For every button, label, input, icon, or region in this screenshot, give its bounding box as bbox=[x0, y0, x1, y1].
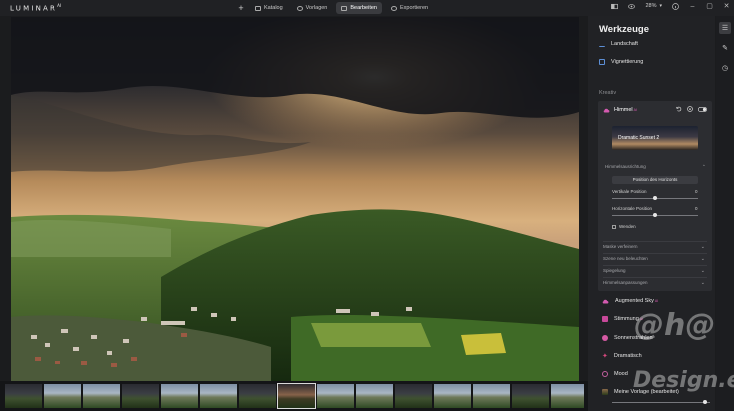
tab-exportieren[interactable]: Exportieren bbox=[386, 2, 433, 14]
preset-amount-slider[interactable] bbox=[612, 402, 710, 403]
landscape-icon bbox=[599, 41, 605, 47]
eye-icon[interactable] bbox=[628, 3, 636, 10]
top-bar: LUMINARAI + Katalog Vorlagen Bearbeiten … bbox=[0, 0, 734, 16]
chevron-down-icon: ⌄ bbox=[700, 267, 705, 274]
film-thumbnail[interactable] bbox=[512, 384, 549, 408]
chevron-down-icon: ⌄ bbox=[700, 279, 705, 286]
dramatic-icon: ✦ bbox=[602, 353, 608, 360]
film-thumbnail[interactable] bbox=[473, 384, 510, 408]
film-thumbnail[interactable] bbox=[200, 384, 237, 408]
zoom-level[interactable]: 28% bbox=[645, 3, 656, 9]
watermark-logo: @h@ bbox=[634, 308, 716, 343]
tab-bearbeiten[interactable]: Bearbeiten bbox=[336, 2, 382, 14]
film-thumbnail[interactable] bbox=[551, 384, 584, 408]
flip-label: Wenden bbox=[619, 224, 636, 229]
sky-tool-header[interactable]: Himmel AI bbox=[603, 105, 707, 115]
fold-szene-neu-beleuchten[interactable]: Szene neu beleuchten ⌄ bbox=[603, 253, 707, 263]
sky-preset-thumbnail[interactable]: Dramatic Sunset 2 bbox=[612, 126, 698, 150]
film-thumbnail[interactable] bbox=[44, 384, 81, 408]
film-thumbnail[interactable] bbox=[356, 384, 393, 408]
watermark-text: Design.eu bbox=[633, 368, 734, 393]
favorite-icon[interactable] bbox=[687, 106, 693, 112]
preset-thumbnail-icon bbox=[602, 389, 608, 395]
tab-vorlagen[interactable]: Vorlagen bbox=[292, 2, 333, 14]
film-thumbnail[interactable] bbox=[161, 384, 198, 408]
export-icon bbox=[390, 5, 397, 11]
tab-katalog[interactable]: Katalog bbox=[250, 2, 288, 14]
brush-icon[interactable]: ✎ bbox=[719, 42, 731, 54]
sky-tool-panel: Himmel AI Dramatic Sunset 2 Himmelsausri… bbox=[598, 101, 712, 291]
vignette-icon bbox=[599, 59, 605, 65]
mood-icon bbox=[602, 316, 608, 322]
film-thumbnail[interactable] bbox=[239, 384, 276, 408]
compare-icon[interactable] bbox=[611, 3, 619, 10]
fold-himmelsanpassungen[interactable]: Himmelsanpassungen ⌄ bbox=[603, 277, 707, 287]
app-logo: LUMINARAI bbox=[10, 3, 61, 13]
film-thumbnail-selected[interactable] bbox=[277, 383, 316, 409]
info-icon[interactable] bbox=[672, 2, 679, 10]
history-icon[interactable]: ◷ bbox=[719, 62, 731, 74]
sky-tool-name: Himmel bbox=[614, 107, 633, 113]
horizontal-position-label: Horizontale Position bbox=[612, 206, 653, 211]
tool-dramatisch[interactable]: ✦ Dramatisch bbox=[602, 351, 642, 361]
add-icon[interactable]: + bbox=[236, 3, 246, 13]
fold-maske-verfeinern[interactable]: Maske verfeinern ⌄ bbox=[603, 241, 707, 251]
chevron-down-icon[interactable]: ▾ bbox=[659, 3, 662, 9]
film-thumbnail[interactable] bbox=[83, 384, 120, 408]
chevron-down-icon: ⌄ bbox=[700, 243, 705, 250]
group-himmelsausrichtung[interactable]: Himmelsausrichtung bbox=[605, 164, 646, 169]
film-thumbnail[interactable] bbox=[434, 384, 471, 408]
photo-canvas[interactable] bbox=[11, 17, 579, 381]
horizon-position-button[interactable]: Position des Horizonts bbox=[612, 176, 698, 184]
horizontal-position-value: 0 bbox=[695, 206, 698, 211]
film-thumbnail[interactable] bbox=[317, 384, 354, 408]
main-nav: + Katalog Vorlagen Bearbeiten Exportiere… bbox=[236, 1, 433, 15]
ai-badge: AI bbox=[633, 108, 637, 112]
adjust-sliders-icon[interactable]: ☰ bbox=[719, 22, 731, 34]
chevron-down-icon: ⌄ bbox=[700, 255, 705, 262]
vertical-position-knob[interactable] bbox=[653, 196, 657, 200]
fold-spiegelung[interactable]: Spiegelung ⌄ bbox=[603, 265, 707, 275]
toggle-icon[interactable] bbox=[698, 106, 707, 112]
sky-tool-controls bbox=[676, 106, 707, 112]
section-kreativ: Kreativ bbox=[599, 90, 617, 96]
edit-icon bbox=[341, 5, 348, 11]
maximize-icon[interactable]: ▢ bbox=[706, 2, 713, 10]
close-icon[interactable]: ✕ bbox=[723, 2, 730, 10]
film-thumbnail[interactable] bbox=[122, 384, 159, 408]
tool-augmented-sky[interactable]: Augmented Sky AI bbox=[602, 296, 658, 306]
sky-preset-name: Dramatic Sunset 2 bbox=[618, 135, 660, 141]
filmstrip bbox=[0, 381, 588, 411]
film-thumbnail[interactable] bbox=[5, 384, 42, 408]
vertical-position-value: 0 bbox=[695, 189, 698, 194]
vertical-position-label: Vertikale Position bbox=[612, 189, 647, 194]
panel-title: Werkzeuge bbox=[599, 24, 649, 35]
mood-lut-icon bbox=[602, 371, 608, 377]
undo-icon[interactable] bbox=[676, 106, 682, 112]
horizontal-position-knob[interactable] bbox=[653, 213, 657, 217]
minimize-icon[interactable]: – bbox=[689, 3, 696, 10]
cloud-icon bbox=[603, 108, 610, 112]
sunrays-icon bbox=[602, 335, 608, 341]
chevron-up-icon[interactable]: ⌃ bbox=[702, 164, 706, 170]
presets-icon bbox=[296, 5, 303, 11]
film-thumbnail[interactable] bbox=[395, 384, 432, 408]
right-icon-strip: ☰ ✎ ◷ bbox=[716, 16, 734, 411]
flip-checkbox[interactable] bbox=[612, 225, 616, 229]
augmented-sky-icon bbox=[602, 299, 609, 303]
folder-icon bbox=[255, 5, 261, 11]
tool-mood[interactable]: Mood bbox=[602, 369, 628, 379]
top-right-controls: 28% ▾ – ▢ ✕ bbox=[611, 2, 730, 10]
landscape-photo bbox=[11, 17, 579, 381]
tool-landschaft[interactable]: Landschaft bbox=[599, 39, 638, 49]
preset-amount-knob[interactable] bbox=[703, 400, 707, 404]
tool-vignettierung[interactable]: Vignettierung bbox=[599, 57, 643, 67]
